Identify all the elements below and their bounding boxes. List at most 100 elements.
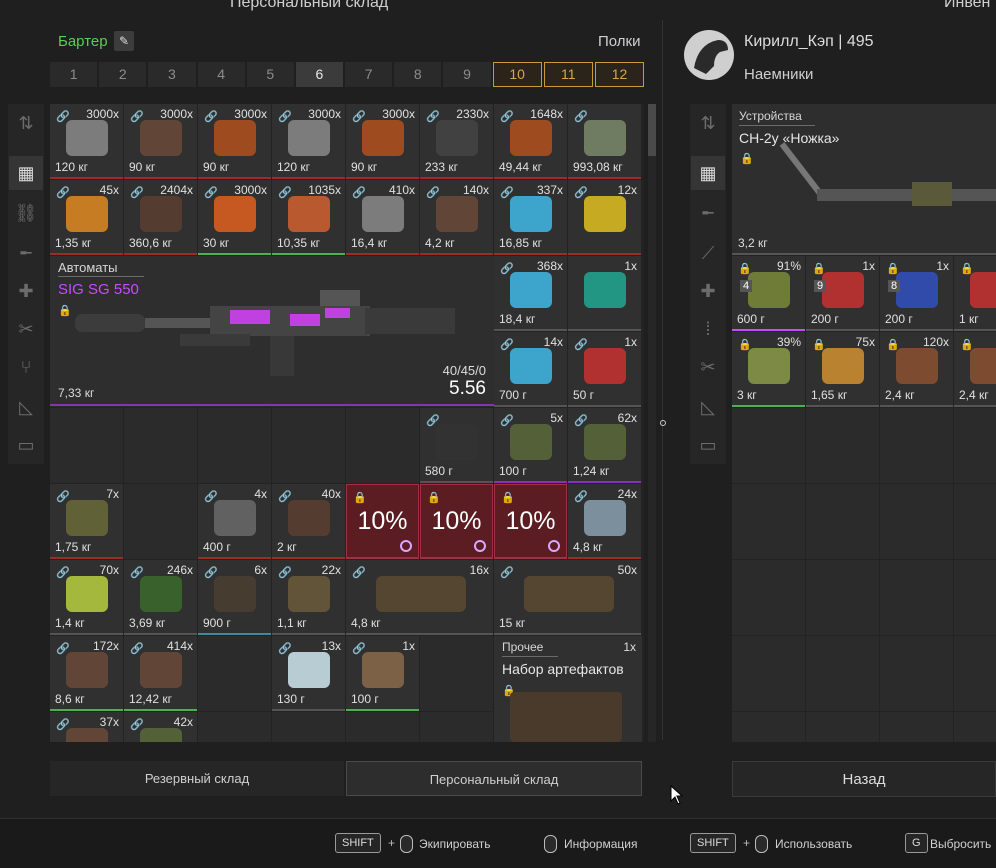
storage-item[interactable]: 🔗 140x 4,2 кг <box>420 180 493 255</box>
tab-8[interactable]: 8 <box>394 62 442 87</box>
storage-item[interactable]: 🔗 993,08 кг <box>568 104 641 179</box>
storage-item[interactable]: 🔗 42x <box>124 712 197 742</box>
storage-item[interactable]: 🔗 16x 4,8 кг <box>346 560 493 635</box>
tab-2[interactable]: 2 <box>99 62 147 87</box>
storage-item[interactable]: 🔗 70x 1,4 кг <box>50 560 123 635</box>
storage-item[interactable]: 🔗 40x 2 кг <box>272 484 345 559</box>
box-icon[interactable]: ▭ <box>9 428 43 462</box>
edit-icon[interactable]: ✎ <box>114 31 134 51</box>
item-weight: 4,8 кг <box>573 540 603 554</box>
inventory-item[interactable]: 🔒 8 1x 200 г <box>880 256 953 331</box>
sort-icon[interactable]: ⇅ <box>9 106 43 140</box>
resize-handle[interactable] <box>660 420 666 426</box>
storage-item[interactable]: 🔗 246x 3,69 кг <box>124 560 197 635</box>
food-icon[interactable]: ⑂ <box>9 350 43 384</box>
item-weight: 233 кг <box>425 160 458 174</box>
storage-item[interactable]: 🔗 3000x 120 кг <box>272 104 345 179</box>
drop-label[interactable]: Выбросить <box>930 837 991 851</box>
sort-icon[interactable]: ⇅ <box>691 106 725 140</box>
medkit-icon[interactable]: ✚ <box>9 274 43 308</box>
storage-item[interactable]: 🔗 3000x 90 кг <box>346 104 419 179</box>
storage-item[interactable]: 🔗 3000x 90 кг <box>198 104 271 179</box>
storage-item[interactable]: 🔗 337x 16,85 кг <box>494 180 567 255</box>
weapon-item[interactable]: Автоматы SIG SG 550 🔒 40/45/0 5.56 7,33 … <box>50 256 494 406</box>
storage-item[interactable]: 🔗 3000x 30 кг <box>198 180 271 255</box>
ammo-icon[interactable]: ⁞ <box>691 312 725 346</box>
storage-item[interactable]: 🔗 45x 1,35 кг <box>50 180 123 255</box>
device-item[interactable]: Устройства СН-2у «Ножка» 🔒 3,2 кг <box>732 104 996 255</box>
storage-item[interactable]: 🔗 1648x 49,44 кг <box>494 104 567 179</box>
storage-item[interactable]: 🔗 1x 100 г <box>346 636 419 711</box>
knife-icon[interactable]: ⟋ <box>691 236 725 270</box>
storage-item[interactable]: 🔗 24x 4,8 кг <box>568 484 641 559</box>
tab-10[interactable]: 10 <box>492 62 542 87</box>
inventory-item[interactable]: 🔒 120x 2,4 кг <box>880 332 953 407</box>
storage-item[interactable]: 🔗 1x 50 г <box>568 332 641 407</box>
tab-1[interactable]: 1 <box>50 62 98 87</box>
filter-label[interactable]: Бартер <box>58 33 108 50</box>
storage-item[interactable]: 🔗 6x 900 г <box>198 560 271 635</box>
ruler-icon[interactable]: ◺ <box>691 390 725 424</box>
storage-item[interactable]: 🔗 3000x 120 кг <box>50 104 123 179</box>
storage-item[interactable]: 🔗 5x 100 г <box>494 408 567 483</box>
durability-item[interactable]: 🔒 10% <box>346 484 419 559</box>
tab-6[interactable]: 6 <box>295 62 344 87</box>
storage-item[interactable]: 🔗 37x <box>50 712 123 742</box>
use-label[interactable]: Использовать <box>775 837 852 851</box>
storage-item[interactable]: 🔗 580 г <box>420 408 493 483</box>
inventory-item[interactable]: 🔒 4 91% 600 г <box>732 256 805 331</box>
storage-item[interactable]: 🔗 172x 8,6 кг <box>50 636 123 711</box>
storage-item[interactable]: 🔗 22x 1,1 кг <box>272 560 345 635</box>
tab-9[interactable]: 9 <box>443 62 491 87</box>
storage-item[interactable]: 🔗 14x 700 г <box>494 332 567 407</box>
grid-icon[interactable]: ▦ <box>9 156 43 190</box>
medkit-icon[interactable]: ✚ <box>691 274 725 308</box>
storage-item[interactable]: 🔗 13x 130 г <box>272 636 345 711</box>
storage-item[interactable]: 🔗 2330x 233 кг <box>420 104 493 179</box>
storage-item[interactable]: 🔗 2404x 360,6 кг <box>124 180 197 255</box>
storage-item[interactable]: 🔗 414x 12,42 кг <box>124 636 197 711</box>
ruler-icon[interactable]: ◺ <box>9 390 43 424</box>
durability-item[interactable]: 🔒 10% <box>420 484 493 559</box>
tab-5[interactable]: 5 <box>246 62 294 87</box>
link-icon[interactable]: ⛓ <box>9 196 43 230</box>
durability-item[interactable]: 🔒 10% <box>494 484 567 559</box>
equip-label[interactable]: Экипировать <box>419 837 491 851</box>
tab-12[interactable]: 12 <box>594 62 645 87</box>
storage-item[interactable]: 🔗 4x 400 г <box>198 484 271 559</box>
tab-4[interactable]: 4 <box>197 62 245 87</box>
artifact-kit-item[interactable]: Прочее 1x Набор артефактов 🔒 <box>494 636 642 742</box>
reserve-storage-tab[interactable]: Резервный склад <box>50 761 344 796</box>
lock-icon: 🔗 <box>426 111 440 123</box>
box-icon[interactable]: ▭ <box>691 428 725 462</box>
tab-11[interactable]: 11 <box>543 62 593 87</box>
inventory-item[interactable]: 🔒 9 1x 200 г <box>806 256 879 331</box>
storage-item[interactable]: 🔗 3000x 90 кг <box>124 104 197 179</box>
storage-item[interactable]: 🔗 410x 16,4 кг <box>346 180 419 255</box>
personal-storage-tab[interactable]: Персональный склад <box>346 761 642 796</box>
storage-item[interactable]: 🔗 12x <box>568 180 641 255</box>
storage-item[interactable]: 🔗 50x 15 кг <box>494 560 641 635</box>
tools-icon[interactable]: ✂ <box>9 312 43 346</box>
rifle-icon[interactable]: ╾ <box>9 236 43 270</box>
rifle-icon[interactable]: ╾ <box>691 196 725 230</box>
storage-item[interactable]: 🔗 1035x 10,35 кг <box>272 180 345 255</box>
inventory-item[interactable]: 🔒 75x 1,65 кг <box>806 332 879 407</box>
inventory-item[interactable]: 🔒 39% 3 кг <box>732 332 805 407</box>
storage-item[interactable]: 🔗 62x 1,24 кг <box>568 408 641 483</box>
item-count: 3000x <box>234 183 267 197</box>
inventory-item[interactable]: 🔒12,4 кг <box>954 332 996 407</box>
storage-item[interactable]: 🔗 368x 18,4 кг <box>494 256 567 331</box>
tab-7[interactable]: 7 <box>345 62 393 87</box>
storage-item[interactable]: 🔗 7x 1,75 кг <box>50 484 123 559</box>
scroll-thumb[interactable] <box>648 104 656 156</box>
scrollbar[interactable] <box>648 104 656 742</box>
tab-3[interactable]: 3 <box>148 62 196 87</box>
tools-icon[interactable]: ✂ <box>691 350 725 384</box>
grid-icon[interactable]: ▦ <box>691 156 725 190</box>
inventory-item[interactable]: 🔒 1 кг <box>954 256 996 331</box>
storage-item[interactable]: 1x <box>568 256 641 331</box>
info-label[interactable]: Информация <box>564 837 637 851</box>
item-weight: 1,1 кг <box>277 616 307 630</box>
back-button[interactable]: Назад <box>732 761 996 797</box>
